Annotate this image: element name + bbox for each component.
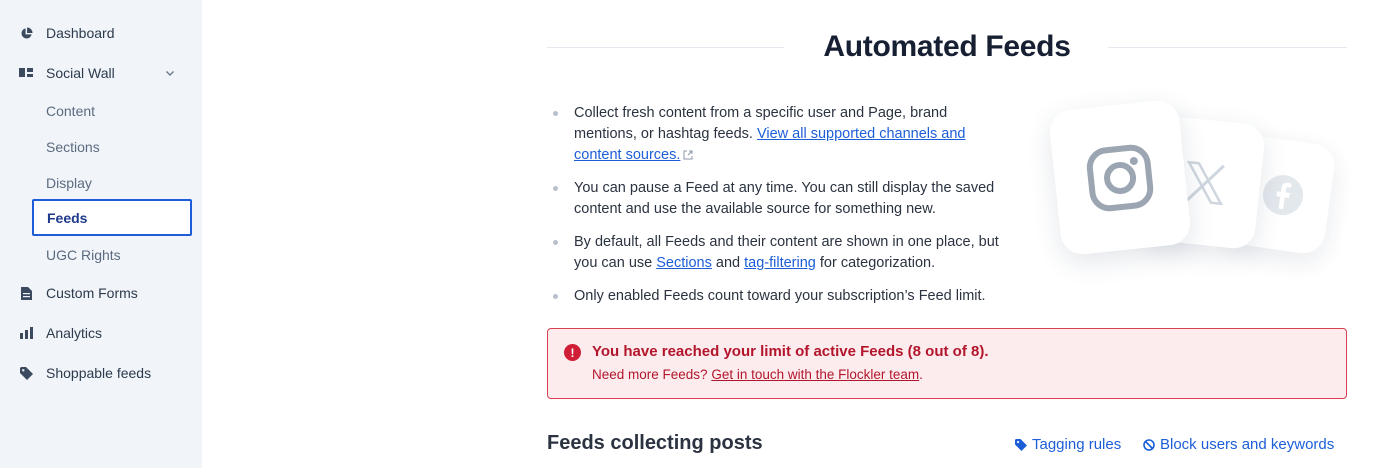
list-item: By default, all Feeds and their content … <box>553 232 1013 274</box>
list-item: Collect fresh content from a specific us… <box>553 103 1013 166</box>
chevron-down-icon[interactable] <box>164 67 176 79</box>
error-icon: ! <box>564 344 581 361</box>
sidebar-subitem-ugc-rights[interactable]: UGC Rights <box>46 237 121 273</box>
sidebar-subitem-feeds[interactable]: Feeds <box>32 199 192 236</box>
tag-filtering-link[interactable]: tag-filtering <box>744 255 816 271</box>
alert-suffix: . <box>919 367 923 382</box>
alert-message: Need more Feeds? Get in touch with the F… <box>592 367 923 382</box>
bar-chart-icon <box>19 326 33 340</box>
tagging-rules-link[interactable]: Tagging rules <box>1015 436 1121 453</box>
feed-limit-alert: ! You have reached your limit of active … <box>547 328 1347 399</box>
page-header: Automated Feeds <box>547 28 1347 68</box>
layout-icon <box>19 66 33 80</box>
sidebar-item-label: Analytics <box>46 325 103 341</box>
list-item-text: and <box>711 255 745 271</box>
sidebar-item-label: Dashboard <box>46 25 115 41</box>
sidebar-subitem-content[interactable]: Content <box>46 93 95 129</box>
social-channels-illustration <box>1040 95 1350 270</box>
section-title: Feeds collecting posts <box>547 432 763 454</box>
tag-icon <box>1015 438 1027 451</box>
sidebar-subitem-sections[interactable]: Sections <box>46 129 100 165</box>
info-list: Collect fresh content from a specific us… <box>553 103 1013 319</box>
instagram-icon <box>1086 144 1154 211</box>
sidebar-item-shoppable-feeds[interactable]: Shoppable feeds <box>0 355 202 391</box>
tag-icon <box>19 366 33 380</box>
sidebar-item-social-wall[interactable]: Social Wall <box>0 55 202 91</box>
sidebar-item-custom-forms[interactable]: Custom Forms <box>0 275 202 311</box>
external-link-icon <box>683 150 693 160</box>
list-item: You can pause a Feed at any time. You ca… <box>553 178 1013 220</box>
facebook-icon <box>1262 175 1303 215</box>
list-item-text: You can pause a Feed at any time. You ca… <box>574 180 995 217</box>
sidebar: Dashboard Social Wall Content Sections D… <box>0 0 202 468</box>
sidebar-item-label: Custom Forms <box>46 285 138 301</box>
sidebar-subitem-display[interactable]: Display <box>46 165 92 201</box>
sidebar-item-label: Shoppable feeds <box>46 365 152 381</box>
contact-team-link[interactable]: Get in touch with the Flockler team <box>711 367 919 382</box>
sidebar-item-dashboard[interactable]: Dashboard <box>0 15 202 51</box>
tagging-rules-label: Tagging rules <box>1032 436 1122 453</box>
alert-text: Need more Feeds? <box>592 367 712 382</box>
alert-title: You have reached your limit of active Fe… <box>592 343 989 360</box>
block-icon <box>1143 438 1155 451</box>
block-users-link[interactable]: Block users and keywords <box>1143 436 1334 453</box>
sidebar-item-label: Social Wall <box>46 65 115 81</box>
page-title: Automated Feeds <box>823 30 1071 63</box>
document-icon <box>19 286 33 300</box>
list-item-text: for categorization. <box>815 255 936 271</box>
block-users-label: Block users and keywords <box>1160 436 1335 453</box>
pie-chart-icon <box>19 26 33 40</box>
sections-link[interactable]: Sections <box>656 255 712 271</box>
list-item-text: Only enabled Feeds count toward your sub… <box>574 288 986 304</box>
sidebar-item-analytics[interactable]: Analytics <box>0 315 202 351</box>
instagram-card <box>1047 98 1193 257</box>
list-item: Only enabled Feeds count toward your sub… <box>553 286 1013 307</box>
